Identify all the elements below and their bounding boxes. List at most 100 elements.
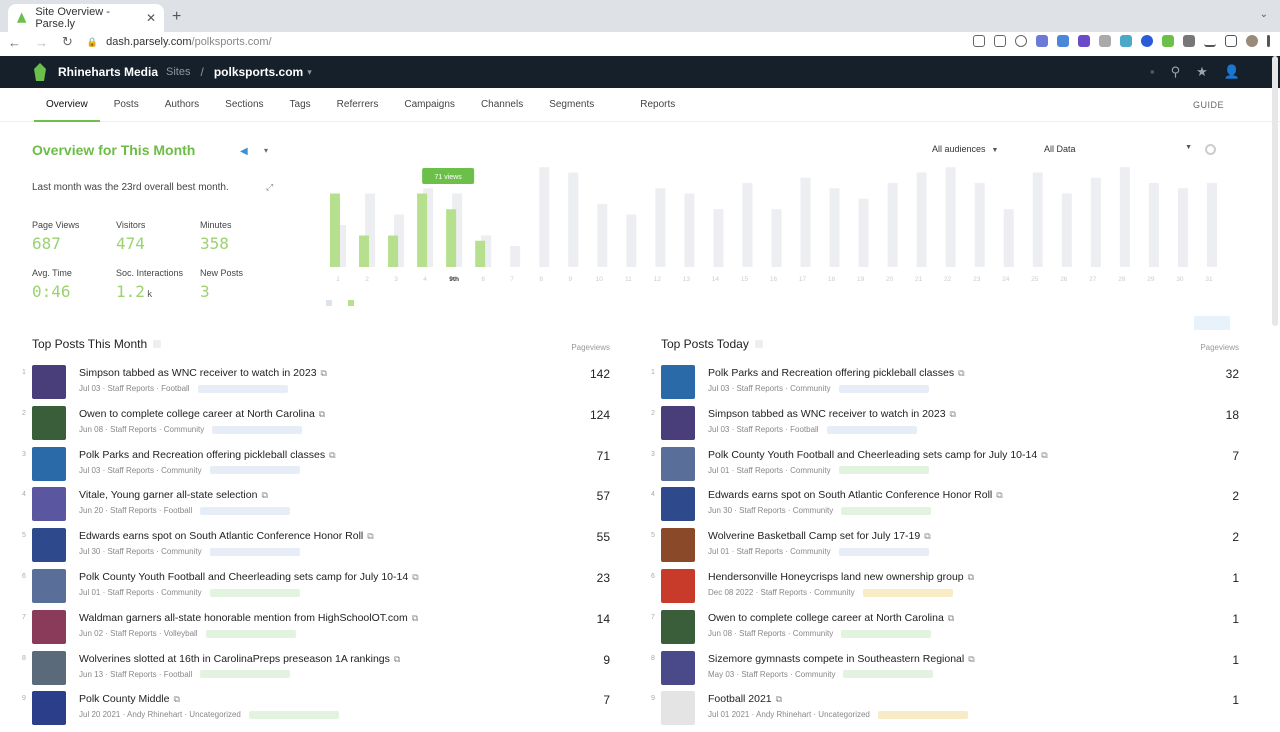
org-name[interactable]: Rhineharts Media [58, 65, 158, 79]
list-item[interactable]: 9 Polk County Middle ⧉ Jul 20 2021 · Andy R… [22, 691, 610, 732]
external-link-icon[interactable]: ⧉ [319, 409, 325, 419]
metric-social-interactions[interactable]: Soc. Interactions 1.2 k [116, 268, 183, 301]
tab-reports[interactable]: Reports [640, 88, 675, 122]
browser-tab[interactable]: Site Overview - Parse.ly ✕ [8, 4, 164, 32]
url-field[interactable]: dash.parsely.com/polksports.com/ [106, 36, 271, 48]
chevron-down-icon[interactable]: ▾ [307, 67, 312, 78]
list-item[interactable]: 7 Waldman garners all-state honorable men… [22, 609, 610, 651]
external-link-icon[interactable]: ⧉ [412, 613, 418, 623]
post-tags[interactable] [862, 588, 953, 597]
post-tags[interactable] [841, 507, 932, 516]
sidebar-icon[interactable] [1225, 35, 1237, 47]
tab-campaigns[interactable]: Campaigns [404, 88, 455, 122]
bar-previous[interactable] [945, 167, 956, 267]
list-item[interactable]: 7 Owen to complete college career at Nort… [651, 609, 1239, 651]
metric-visitors[interactable]: Visitors 474 [116, 220, 145, 253]
post-tags[interactable] [838, 466, 929, 475]
bar-previous[interactable] [1061, 193, 1072, 268]
tab-posts[interactable]: Posts [114, 88, 139, 122]
bar-previous[interactable] [1119, 167, 1130, 267]
external-link-icon[interactable]: ⧉ [968, 654, 974, 664]
post-tags[interactable] [205, 629, 296, 638]
reload-icon[interactable]: ↻ [62, 34, 73, 50]
post-thumbnail[interactable] [32, 405, 66, 440]
metric-avg-time[interactable]: Avg. Time 0:46 [32, 268, 72, 301]
post-tags[interactable] [209, 548, 300, 557]
post-tags[interactable] [200, 670, 291, 679]
menu-icon[interactable] [1267, 35, 1270, 47]
post-title[interactable]: Wolverines slotted at 16th in CarolinaPr… [79, 653, 400, 665]
post-title[interactable]: Polk County Youth Football and Cheerlead… [708, 449, 1048, 461]
tab-authors[interactable]: Authors [165, 88, 199, 122]
extension-g-icon[interactable] [1162, 35, 1174, 47]
bar-previous[interactable] [771, 209, 782, 267]
sites-link[interactable]: Sites [166, 66, 190, 78]
list-item[interactable]: 2 Simpson tabbed as WNC receiver to watch… [651, 405, 1239, 447]
post-tags[interactable] [841, 629, 932, 638]
list-item[interactable]: 3 Polk County Youth Football and Cheerlea… [651, 446, 1239, 488]
bar-current[interactable] [417, 193, 428, 268]
post-tags[interactable] [212, 425, 303, 434]
post-tags[interactable] [200, 507, 291, 516]
legend-previous[interactable] [326, 300, 338, 307]
post-title[interactable]: Sizemore gymnasts compete in Southeaster… [708, 653, 975, 665]
bar-previous[interactable] [539, 167, 550, 267]
tab-overview[interactable]: Overview [34, 88, 100, 122]
chart-options-button[interactable] [1194, 316, 1230, 330]
post-title[interactable]: Simpson tabbed as WNC receiver to watch … [708, 408, 956, 420]
bar-current[interactable] [388, 235, 399, 268]
extension-d-icon[interactable] [1099, 35, 1111, 47]
bar-previous[interactable] [713, 209, 724, 267]
search-icon[interactable]: ⚲ [1171, 64, 1181, 80]
post-tags[interactable] [248, 711, 339, 720]
post-title[interactable]: Simpson tabbed as WNC receiver to watch … [79, 367, 327, 379]
info-icon[interactable] [754, 340, 763, 348]
post-thumbnail[interactable] [32, 365, 66, 399]
puzzle-icon[interactable] [1183, 35, 1195, 47]
post-thumbnail[interactable] [661, 609, 695, 644]
post-thumbnail[interactable] [661, 568, 695, 603]
bar-previous[interactable] [655, 188, 666, 267]
bar-current[interactable] [330, 193, 340, 268]
post-title[interactable]: Football 2021 ⧉ [708, 693, 782, 705]
post-tags[interactable] [877, 711, 968, 720]
bar-previous[interactable] [1177, 188, 1188, 267]
install-icon[interactable] [994, 35, 1006, 47]
post-title[interactable]: Waldman garners all-state honorable ment… [79, 612, 418, 624]
list-item[interactable]: 4 Vitale, Young garner all-state selectio… [22, 487, 610, 528]
external-link-icon[interactable]: ⧉ [968, 572, 974, 582]
external-link-icon[interactable]: ⧉ [394, 654, 400, 664]
post-thumbnail[interactable] [661, 528, 695, 563]
bar-previous[interactable] [974, 183, 985, 267]
info-icon[interactable] [153, 340, 162, 348]
external-link-icon[interactable]: ⧉ [950, 409, 956, 419]
post-tags[interactable] [838, 548, 929, 557]
star-icon[interactable]: ★ [1196, 64, 1208, 80]
post-thumbnail[interactable] [661, 405, 695, 440]
share-icon[interactable] [973, 35, 985, 47]
bar-previous[interactable] [1090, 177, 1101, 267]
list-item[interactable]: 8 Sizemore gymnasts compete in Southeaste… [651, 650, 1239, 692]
audience-select[interactable]: All audiences ▼ [932, 144, 998, 154]
list-item[interactable]: 6 Polk County Youth Football and Cheerlea… [22, 568, 610, 610]
external-link-icon[interactable]: ⧉ [173, 694, 179, 704]
extension-a-icon[interactable] [1036, 35, 1048, 47]
post-thumbnail[interactable] [32, 650, 66, 685]
external-link-icon[interactable]: ⧉ [1041, 450, 1047, 460]
bar-previous[interactable] [1206, 183, 1217, 267]
post-title[interactable]: Polk Parks and Recreation offering pickl… [79, 449, 336, 461]
metric-new-posts[interactable]: New Posts 3 [200, 268, 243, 301]
post-tags[interactable] [197, 384, 288, 393]
external-link-icon[interactable]: ⧉ [776, 694, 782, 704]
post-tags[interactable] [209, 588, 300, 597]
list-item[interactable]: 6 Hendersonville Honeycrisps land new own… [651, 568, 1239, 610]
post-thumbnail[interactable] [661, 691, 695, 726]
tab-tags[interactable]: Tags [290, 88, 311, 122]
tab-referrers[interactable]: Referrers [337, 88, 379, 122]
external-link-icon[interactable]: ⧉ [367, 531, 373, 541]
bar-previous[interactable] [568, 172, 579, 268]
external-link-icon[interactable]: ⧉ [958, 368, 964, 378]
bookmark-star-icon[interactable] [1015, 35, 1027, 47]
bar-previous[interactable] [1032, 172, 1043, 268]
external-link-icon[interactable]: ⧉ [261, 490, 267, 500]
